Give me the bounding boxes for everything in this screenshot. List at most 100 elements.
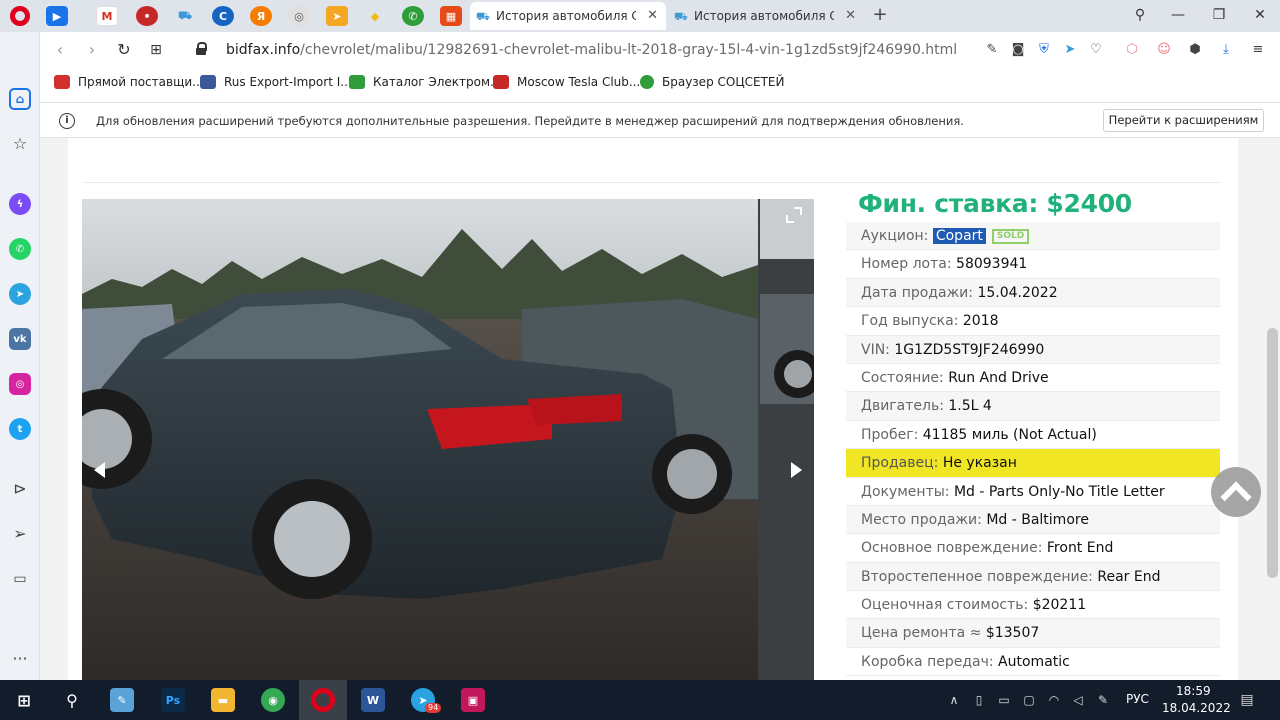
pinned-tab-avito-icon[interactable]: • xyxy=(136,6,158,26)
lot-row: Двигатель: 1.5L 4 xyxy=(846,392,1220,421)
pinned-tab-car-icon[interactable]: ⛟ xyxy=(174,6,196,26)
car-photo[interactable] xyxy=(82,199,758,680)
tab-active[interactable]: ⛟ История автомобиля Chevr ✕ xyxy=(470,2,666,30)
instagram-icon[interactable]: ◎ xyxy=(9,373,31,395)
pen-icon[interactable]: ✎ xyxy=(1095,692,1111,708)
divider xyxy=(82,182,1222,183)
twitter-icon[interactable]: t xyxy=(9,418,31,440)
wifi-icon[interactable]: ◠ xyxy=(1046,692,1062,708)
lot-row: VIN: 1G1ZD5ST9JF246990 xyxy=(846,335,1220,364)
tray-monitor-icon[interactable]: ▢ xyxy=(1021,692,1037,708)
send-icon[interactable]: ➤ xyxy=(1061,41,1079,59)
tray-battery-icon[interactable]: ▭ xyxy=(996,692,1012,708)
pinned-tab-gmail-icon[interactable]: M xyxy=(96,6,118,26)
pinned-tab-phone-icon[interactable]: ✆ xyxy=(402,6,424,26)
pinned-tab-calculator-icon[interactable]: ▦ xyxy=(440,6,462,26)
wallet-icon[interactable]: ▭ xyxy=(9,568,31,590)
extensions-box-icon[interactable]: ⬢ xyxy=(1186,41,1204,59)
info-icon: i xyxy=(59,113,75,129)
star-icon[interactable]: ☆ xyxy=(9,133,31,155)
notification-text: Для обновления расширений требуются допо… xyxy=(96,114,964,128)
bookmark-item[interactable]: Прямой поставщи... xyxy=(54,75,204,89)
close-tab-icon[interactable]: ✕ xyxy=(647,8,658,23)
tabs-grid-icon[interactable]: ⊞ xyxy=(146,40,166,60)
car-icon: ⛟ xyxy=(476,10,490,23)
download-icon[interactable]: ⤓ xyxy=(1217,41,1235,59)
page-content: Фин. ставка: $2400 Аукцион: Copart SOLD Н… xyxy=(68,138,1238,680)
maximize-button[interactable]: ❐ xyxy=(1204,4,1234,26)
file-explorer-icon[interactable]: ▬ xyxy=(211,688,235,712)
vk-icon[interactable]: vk xyxy=(9,328,31,350)
fullscreen-expand-icon[interactable] xyxy=(786,207,802,223)
reload-button[interactable]: ↻ xyxy=(114,40,134,60)
url-field[interactable]: bidfax.info/chevrolet/malibu/12982691-ch… xyxy=(226,42,957,58)
shield-icon[interactable]: ⛨ xyxy=(1035,41,1053,59)
tab-strip: ▶ M • ⛟ C Я ◎ ➤ ◆ ✆ ▦ ⛟ История автомоби… xyxy=(0,0,1280,32)
word-icon[interactable]: W xyxy=(361,688,385,712)
tray-expand-icon[interactable]: ∧ xyxy=(946,692,962,708)
minimize-button[interactable]: — xyxy=(1163,4,1193,26)
bookmark-label: Moscow Tesla Club... xyxy=(517,75,641,89)
tab-title: История автомобиля Chevr xyxy=(694,9,834,23)
next-photo-preview[interactable] xyxy=(760,199,814,680)
tab-title: История автомобиля Chevr xyxy=(496,9,636,23)
forward-button[interactable]: › xyxy=(82,40,102,60)
back-button[interactable]: ‹ xyxy=(50,40,70,60)
lock-icon[interactable] xyxy=(196,42,207,55)
previous-photo-arrow-icon[interactable] xyxy=(94,462,105,478)
bookmark-item[interactable]: Moscow Tesla Club... xyxy=(493,75,640,89)
whatsapp-icon[interactable]: ✆ xyxy=(9,238,31,260)
opera-taskbar-icon[interactable] xyxy=(311,688,335,712)
photoshop-icon[interactable]: Ps xyxy=(161,688,185,712)
close-window-button[interactable]: ✕ xyxy=(1245,4,1275,26)
photo-gallery[interactable] xyxy=(82,199,814,680)
notifications-icon[interactable]: ▤ xyxy=(1239,692,1255,708)
row-value: $13507 xyxy=(985,625,1040,642)
media-app-icon[interactable]: ▣ xyxy=(461,688,485,712)
bookmark-item[interactable]: Rus Export-Import I... xyxy=(200,75,352,89)
row-label: Коробка передач: xyxy=(861,653,994,670)
notepad-icon[interactable]: ✎ xyxy=(110,688,134,712)
pinned-tab-telegram-icon[interactable]: ➤ xyxy=(326,6,348,26)
clock-time[interactable]: 18:59 xyxy=(1176,684,1211,698)
search-tabs-icon[interactable]: ⚲ xyxy=(1125,4,1155,26)
page-scrollbar[interactable] xyxy=(1265,138,1280,680)
bookmark-item[interactable]: Браузер СОЦСЕТЕЙ xyxy=(640,75,785,89)
extension-mask-icon[interactable]: ☺ xyxy=(1155,41,1173,59)
more-icon[interactable]: ··· xyxy=(9,648,31,670)
pinned-tab-yandex-icon[interactable]: Я xyxy=(250,6,272,26)
lot-row: Документы: Md - Parts Only-No Title Lett… xyxy=(846,478,1220,506)
send-icon[interactable]: ➢ xyxy=(9,523,31,545)
player-icon[interactable]: ⊳ xyxy=(9,478,31,500)
pinned-tab-video-icon[interactable]: ▶ xyxy=(46,6,68,26)
opera-menu-button[interactable] xyxy=(0,0,40,32)
messenger-icon[interactable]: ϟ xyxy=(9,193,31,215)
search-icon[interactable]: ⚲ xyxy=(60,688,84,712)
input-language[interactable]: РУС xyxy=(1126,692,1149,706)
lot-info-table: Аукцион: Copart SOLD Номер лота: 58093941… xyxy=(846,222,1220,677)
edit-icon[interactable]: ✎ xyxy=(983,41,1001,59)
tab-inactive[interactable]: ⛟ История автомобиля Chevr ✕ xyxy=(668,2,864,30)
telegram-icon[interactable]: ➤ xyxy=(9,283,31,305)
auction-badge[interactable]: Copart xyxy=(932,228,986,244)
pinned-tab-binance-icon[interactable]: ◆ xyxy=(364,6,386,26)
scroll-to-top-button[interactable] xyxy=(1211,467,1261,517)
close-tab-icon[interactable]: ✕ xyxy=(845,8,856,23)
heart-icon[interactable]: ♡ xyxy=(1087,41,1105,59)
volume-icon[interactable]: ◁ xyxy=(1070,692,1086,708)
new-tab-button[interactable]: + xyxy=(870,4,890,26)
pinned-tab-c-icon[interactable]: C xyxy=(212,6,234,26)
chrome-icon[interactable]: ◉ xyxy=(261,688,285,712)
scrollbar-thumb[interactable] xyxy=(1267,328,1278,578)
easy-setup-icon[interactable]: ≡ xyxy=(1249,41,1267,59)
clock-date[interactable]: 18.04.2022 xyxy=(1162,701,1231,715)
windows-start-icon[interactable]: ⊞ xyxy=(12,688,36,712)
pinned-tab-globe-icon[interactable]: ◎ xyxy=(288,6,310,26)
bookmark-item[interactable]: Каталог Электром... xyxy=(349,75,501,89)
next-photo-arrow-icon[interactable] xyxy=(791,462,802,478)
go-to-extensions-button[interactable]: Перейти к расширениям xyxy=(1103,109,1264,132)
home-icon[interactable]: ⌂ xyxy=(9,88,31,110)
tray-app-icon[interactable]: ▯ xyxy=(971,692,987,708)
extension-cube-icon[interactable]: ⬡ xyxy=(1123,41,1141,59)
camera-icon[interactable]: ◙ xyxy=(1009,41,1027,59)
